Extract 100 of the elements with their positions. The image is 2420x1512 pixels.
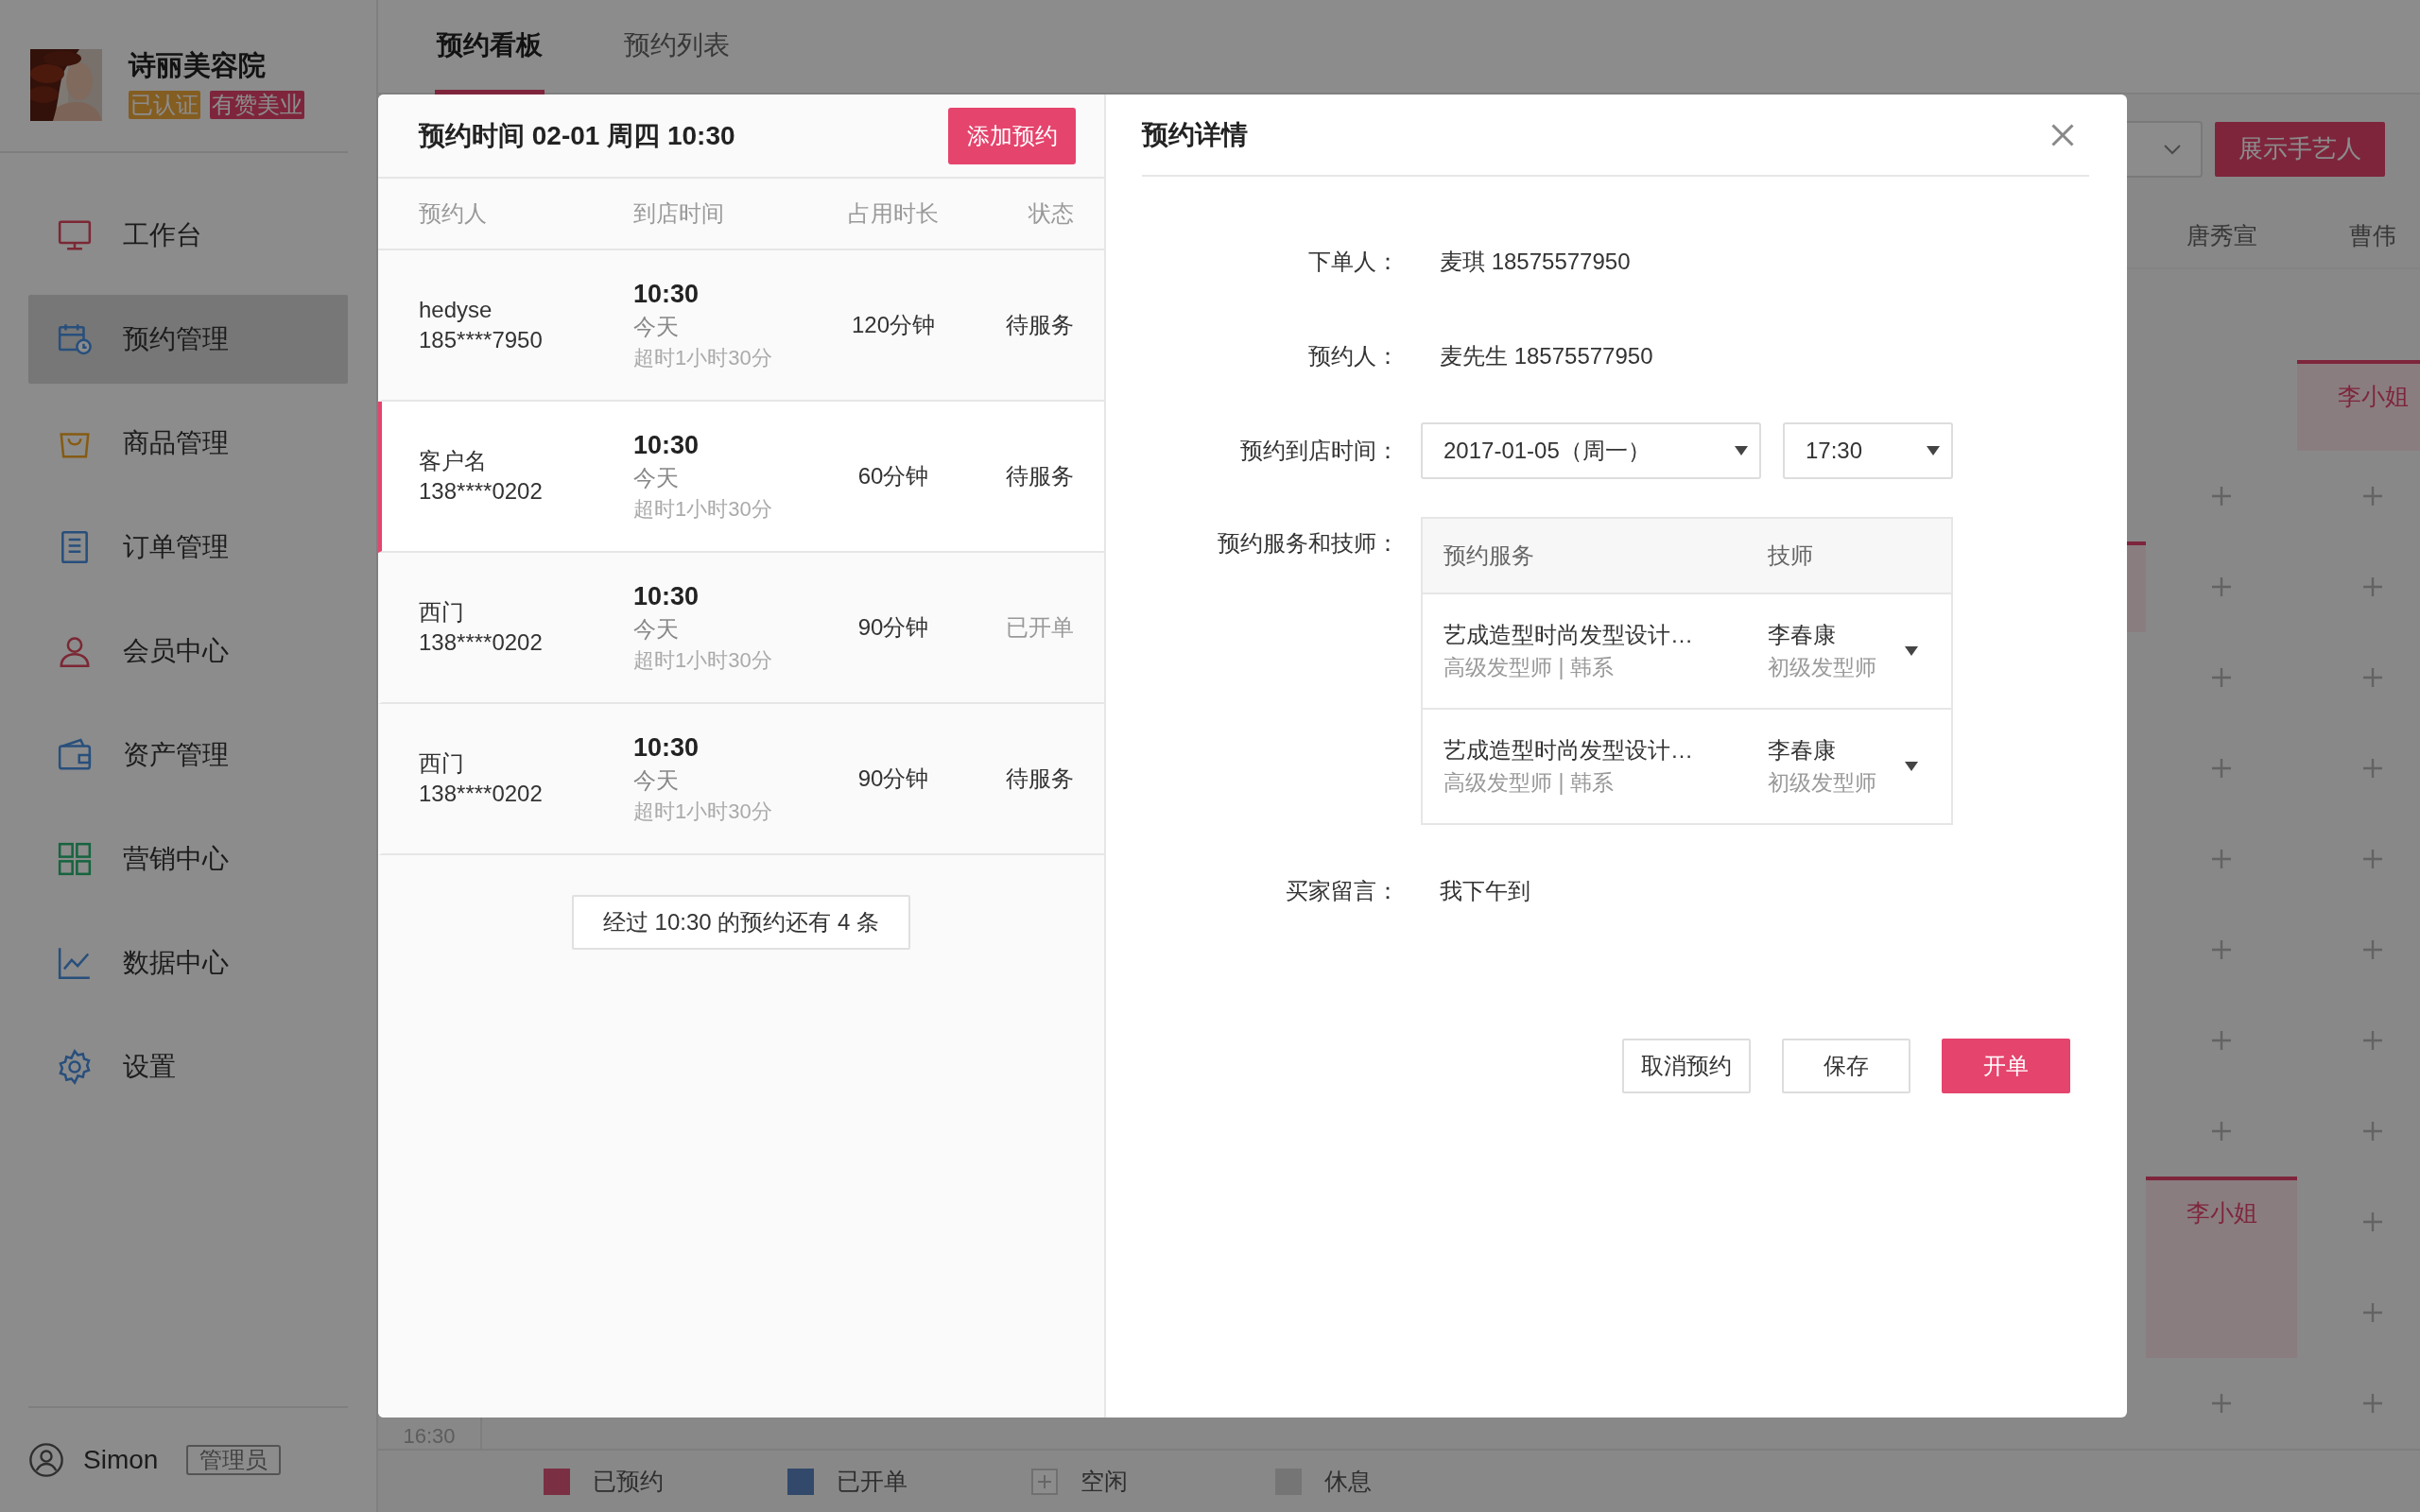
add-icon[interactable] bbox=[2361, 485, 2384, 507]
add-icon bbox=[1031, 1468, 1058, 1495]
action-button[interactable]: 保存 bbox=[1782, 1039, 1910, 1093]
customer-name: 西门 bbox=[419, 749, 465, 778]
time-select[interactable]: 17:30 bbox=[1783, 422, 1953, 479]
user-name: Simon bbox=[83, 1445, 159, 1475]
arrival-day: 今天 bbox=[633, 311, 832, 343]
add-icon[interactable] bbox=[2361, 666, 2384, 689]
legend-label: 已开单 bbox=[837, 1467, 908, 1496]
add-icon[interactable] bbox=[2361, 1029, 2384, 1052]
overtime-text: 超时1小时30分 bbox=[633, 647, 773, 674]
arrival-time: 10:30 bbox=[633, 430, 700, 461]
add-icon[interactable] bbox=[2210, 1029, 2233, 1052]
column-header: 状态 bbox=[1028, 200, 1074, 226]
arrival-day: 今天 bbox=[633, 462, 832, 494]
add-icon[interactable] bbox=[2361, 848, 2384, 870]
nav-item[interactable]: 预约管理 bbox=[28, 295, 348, 384]
wallet-icon bbox=[57, 737, 93, 773]
add-icon[interactable] bbox=[2361, 1211, 2384, 1233]
add-icon[interactable] bbox=[2361, 1392, 2384, 1415]
nav-item[interactable]: 订单管理 bbox=[28, 503, 348, 592]
tag: 有赞美业 bbox=[210, 91, 304, 119]
technician-title: 初级发型师 bbox=[1768, 654, 1877, 681]
column-header: 预约人 bbox=[419, 200, 487, 226]
add-icon[interactable] bbox=[2361, 1301, 2384, 1324]
settings-icon bbox=[57, 1049, 93, 1085]
chart-icon bbox=[57, 945, 93, 981]
panel-title: 预约时间 02-01 周四 10:30 bbox=[419, 119, 735, 152]
nav-item[interactable]: 设置 bbox=[28, 1022, 348, 1111]
add-icon[interactable] bbox=[2210, 485, 2233, 507]
booking-row[interactable]: 客户名 138****0202 10:30 今天 超时1小时30分 60分钟 待服务 bbox=[378, 402, 1104, 553]
tab[interactable]: 预约列表 bbox=[622, 0, 732, 94]
booking-row[interactable]: 西门 138****0202 10:30 今天 超时1小时30分 90分钟 已开单 bbox=[378, 553, 1104, 704]
duration: 120分钟 bbox=[851, 312, 935, 337]
technician-name: 李春康 bbox=[1768, 621, 1837, 649]
field-label: 预约服务和技师： bbox=[1217, 529, 1399, 558]
status-text: 待服务 bbox=[1006, 312, 1074, 337]
status-text: 待服务 bbox=[1006, 463, 1074, 489]
field-label: 买家留言： bbox=[1285, 877, 1399, 905]
add-icon[interactable] bbox=[2210, 938, 2233, 961]
add-icon[interactable] bbox=[2210, 666, 2233, 689]
close-icon[interactable] bbox=[2049, 121, 2076, 148]
column-header: 预约服务 bbox=[1443, 542, 1534, 568]
role-tag: 管理员 bbox=[186, 1445, 282, 1475]
grid-icon bbox=[57, 841, 93, 877]
caret-icon bbox=[1735, 446, 1748, 455]
status-text: 待服务 bbox=[1006, 765, 1074, 791]
nav-item[interactable]: 营销中心 bbox=[28, 815, 348, 903]
add-icon[interactable] bbox=[2361, 757, 2384, 780]
add-icon[interactable] bbox=[2361, 1120, 2384, 1143]
nav-item[interactable]: 数据中心 bbox=[28, 919, 348, 1007]
customer-name: 西门 bbox=[419, 598, 465, 627]
caret-icon[interactable] bbox=[1905, 646, 1918, 656]
more-bookings-button[interactable]: 经过 10:30 的预约还有 4 条 bbox=[572, 895, 910, 950]
service-name: 艺成造型时尚发型设计… bbox=[1443, 621, 1694, 649]
booking-row[interactable]: 西门 138****0202 10:30 今天 超时1小时30分 90分钟 待服务 bbox=[378, 704, 1104, 855]
action-button[interactable]: 取消预约 bbox=[1622, 1039, 1751, 1093]
field-label: 预约人： bbox=[1307, 342, 1399, 370]
arrival-day: 今天 bbox=[633, 765, 832, 797]
field-label: 预约到店时间： bbox=[1239, 437, 1399, 465]
action-button[interactable]: 开单 bbox=[1942, 1039, 2070, 1093]
column-header: 占用时长 bbox=[848, 200, 939, 226]
add-icon[interactable] bbox=[2210, 848, 2233, 870]
calendar-icon bbox=[57, 321, 93, 357]
overtime-text: 超时1小时30分 bbox=[633, 496, 773, 523]
duration: 90分钟 bbox=[857, 614, 929, 640]
phone-number: 185****7950 bbox=[419, 326, 544, 354]
nav-item[interactable]: 会员中心 bbox=[28, 607, 348, 696]
caret-icon[interactable] bbox=[1905, 762, 1918, 771]
arrival-time: 10:30 bbox=[633, 581, 700, 612]
phone-number: 138****0202 bbox=[419, 780, 544, 808]
add-icon[interactable] bbox=[2210, 1392, 2233, 1415]
panel-title: 预约详情 bbox=[1142, 118, 1248, 151]
nav-item[interactable]: 商品管理 bbox=[28, 399, 348, 488]
caret-icon bbox=[1927, 446, 1940, 455]
arrival-time: 10:30 bbox=[633, 732, 700, 764]
nav-item[interactable]: 资产管理 bbox=[28, 711, 348, 799]
customer-name: hedyse bbox=[419, 296, 493, 324]
customer-name: 客户名 bbox=[419, 447, 488, 475]
show-artisans-button[interactable]: 展示手艺人 bbox=[2215, 121, 2385, 177]
add-icon[interactable] bbox=[2210, 1120, 2233, 1143]
date-select[interactable]: 2017-01-05（周一） bbox=[1421, 422, 1761, 479]
add-icon[interactable] bbox=[2210, 576, 2233, 598]
field-value: 麦先生 18575577950 bbox=[1439, 342, 1653, 370]
add-booking-button[interactable]: 添加预约 bbox=[948, 107, 1076, 164]
add-icon[interactable] bbox=[2210, 757, 2233, 780]
column-header: 到店时间 bbox=[633, 200, 724, 226]
field-value: 麦琪 18575577950 bbox=[1439, 248, 1631, 276]
status-text: 已开单 bbox=[1006, 614, 1074, 640]
overtime-text: 超时1小时30分 bbox=[633, 345, 773, 371]
column-header: 曹伟 bbox=[2349, 220, 2396, 250]
tag: 已认证 bbox=[129, 91, 200, 119]
add-icon[interactable] bbox=[2361, 938, 2384, 961]
legend-swatch bbox=[544, 1468, 570, 1495]
overtime-text: 超时1小时30分 bbox=[633, 799, 773, 825]
add-icon[interactable] bbox=[2361, 576, 2384, 598]
user-avatar-icon bbox=[28, 1442, 64, 1478]
field-label: 下单人： bbox=[1307, 248, 1399, 276]
nav-item[interactable]: 工作台 bbox=[28, 191, 348, 280]
store-name: 诗丽美容院 bbox=[129, 49, 267, 81]
